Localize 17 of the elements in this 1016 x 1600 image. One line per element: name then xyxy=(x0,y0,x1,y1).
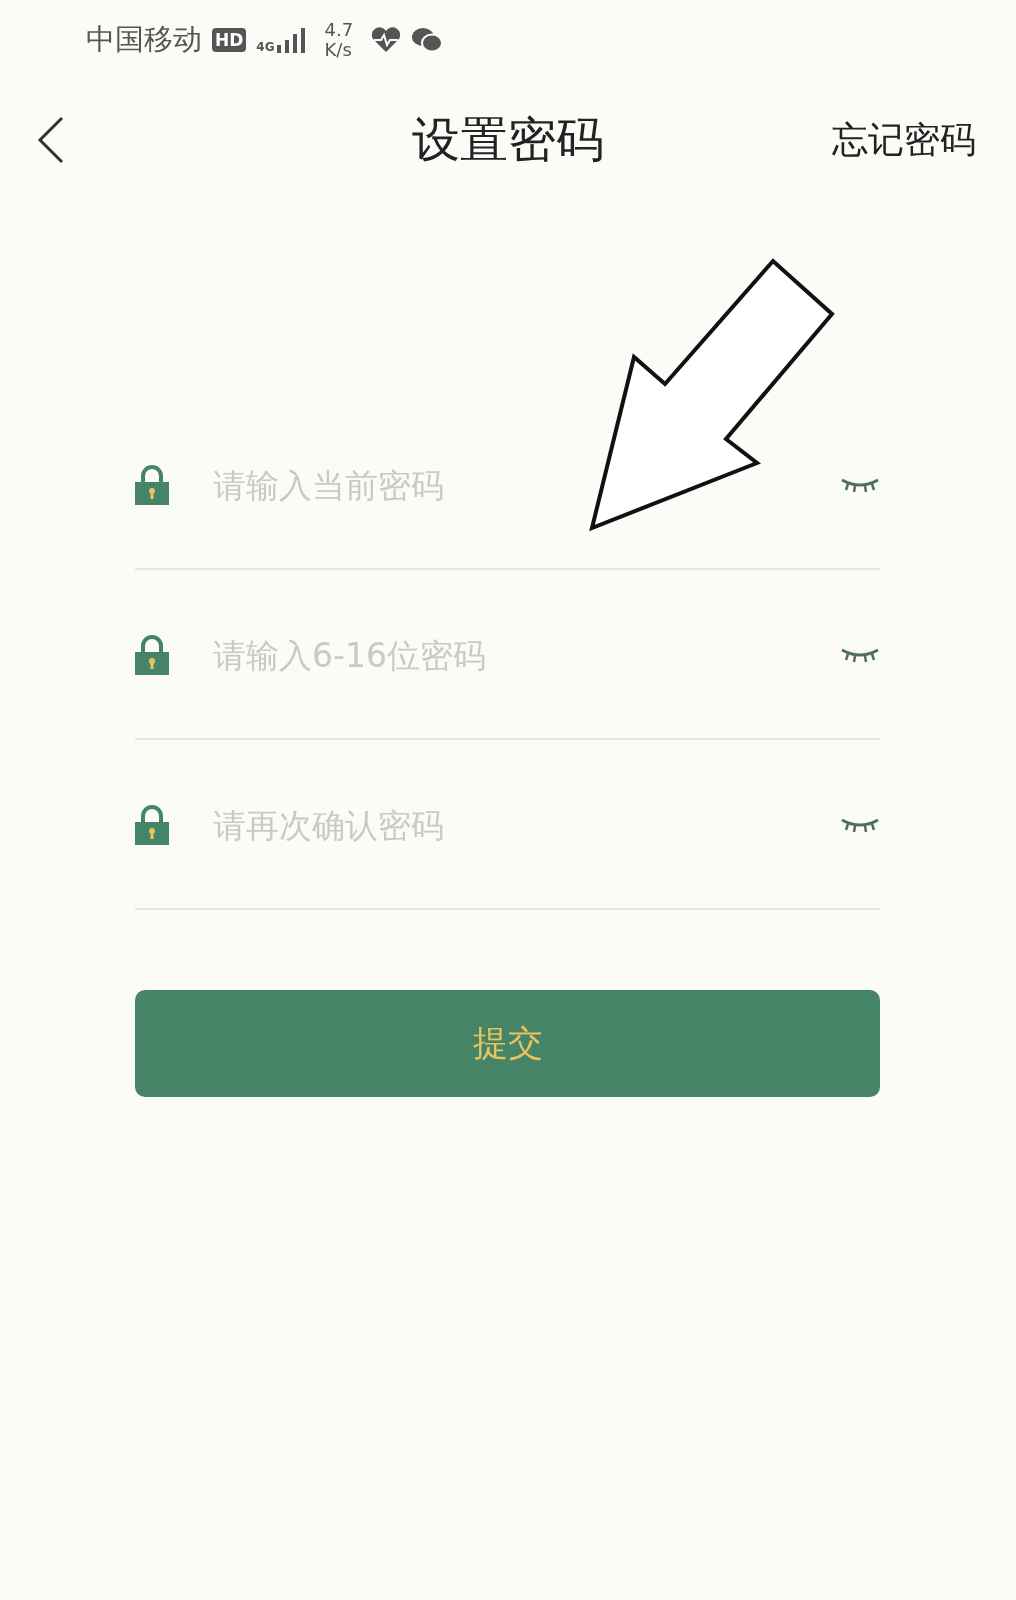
heart-icon xyxy=(371,27,402,53)
lock-icon xyxy=(135,465,169,505)
closed-eye-icon[interactable] xyxy=(840,476,880,494)
carrier-name: 中国移动 xyxy=(86,21,202,58)
lock-icon xyxy=(135,805,169,845)
hd-badge: HD xyxy=(212,28,247,52)
speed-unit: K/s xyxy=(324,40,353,60)
network-type: 4G xyxy=(256,41,275,53)
chat-icon xyxy=(411,26,444,54)
signal-icon xyxy=(276,27,307,53)
forgot-password-link[interactable]: 忘记密码 xyxy=(832,115,976,165)
speed-value: 4.7 xyxy=(324,20,354,40)
closed-eye-icon[interactable] xyxy=(840,646,880,664)
page-title: 设置密码 xyxy=(412,111,604,167)
lock-icon xyxy=(135,635,169,675)
back-icon[interactable] xyxy=(36,115,66,165)
closed-eye-icon[interactable] xyxy=(840,816,880,834)
